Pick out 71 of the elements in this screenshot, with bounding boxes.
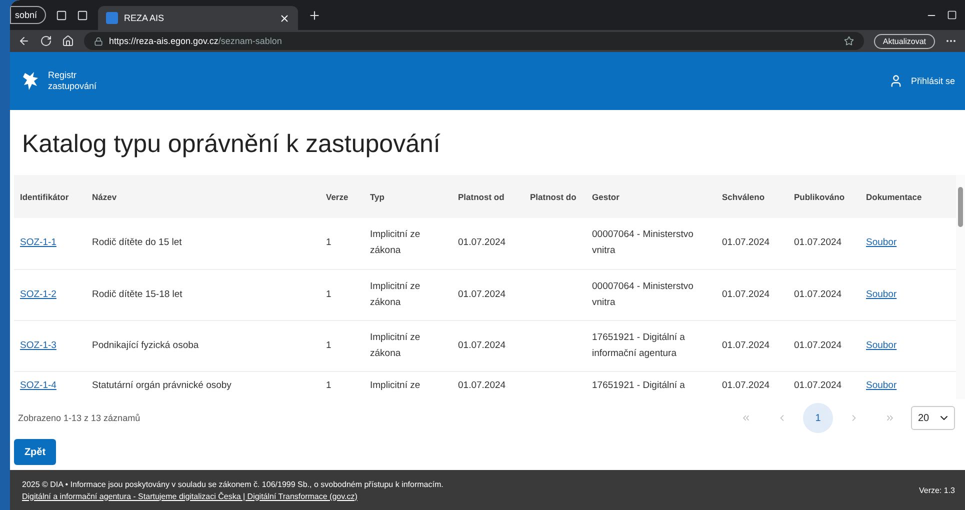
back-button[interactable]: Zpět [14,439,56,465]
table-link[interactable]: SOZ-1-1 [20,237,56,248]
brand-name: Registr zastupování [48,70,97,92]
column-header: Schváleno [716,175,788,218]
star-icon[interactable] [844,36,854,46]
page-size-select[interactable]: 20 [911,406,955,430]
table-link[interactable]: SOZ-1-4 [20,380,56,390]
table-cell: 01.07.2024 [452,269,524,320]
browser-tab[interactable]: REZA AIS [98,6,298,30]
table-cell: 01.07.2024 [452,320,524,371]
records-summary: Zobrazeno 1-13 z 13 záznamů [18,413,140,423]
login-link[interactable]: Přihlásit se [888,74,955,88]
column-header: Typ [364,175,452,218]
table-cell: 1 [320,320,364,371]
table-cell: Implicitní ze zákona [364,320,452,371]
table-cell: 1 [320,269,364,320]
table-cell: Rodič dítěte do 15 let [86,218,320,269]
table-cell: 00007064 - Ministerstvo vnitra [586,218,716,269]
table-link[interactable]: Soubor [866,288,897,300]
table-cell: 01.07.2024 [716,269,788,320]
table-cell: 01.07.2024 [788,218,860,269]
table-cell: 1 [320,218,364,269]
reload-icon[interactable] [40,35,52,47]
page-button[interactable]: 1 [803,403,833,433]
table-cell: 01.07.2024 [716,218,788,269]
lock-icon [94,36,103,46]
table-link[interactable]: Soubor [866,380,897,390]
table-link[interactable]: Soubor [866,340,897,350]
table-cell: Implicitní ze zákona [364,269,452,320]
table-cell: Statutární orgán právnické osoby [86,371,320,399]
column-header: Dokumentace [860,175,956,218]
new-tab-icon[interactable] [308,8,322,22]
page-title: Katalog typu oprávnění k zastupování [21,129,442,160]
update-button[interactable]: Aktualizovat [874,34,935,48]
table-link[interactable]: SOZ-1-2 [20,288,56,300]
table-cell: Rodič dítěte 15-18 let [86,269,320,320]
column-header: Gestor [586,175,716,218]
maximize-icon[interactable] [947,10,957,20]
close-icon[interactable] [279,12,290,24]
column-header: Identifikátor [14,175,86,218]
profile-button[interactable]: sobní [10,6,46,24]
column-header: Platnost od [452,175,524,218]
table-cell: 01.07.2024 [788,320,860,371]
table-cell: 01.07.2024 [788,269,860,320]
footer-text: 2025 © DIA • Informace jsou poskytovány v souladu se zákonem č. 106/1999 Sb., o svobodném přístupu k informacím. [22,480,444,488]
table-cell: 17651921 - Digitální a [586,371,716,399]
table-cell: 01.07.2024 [716,320,788,371]
column-header: Název [86,175,320,218]
back-icon[interactable] [18,35,30,47]
table-cell: 01.07.2024 [716,371,788,399]
table-link[interactable]: SOZ-1-3 [20,340,56,350]
column-header: Publikováno [788,175,860,218]
version-label: Verze: 1.3 [918,486,955,494]
column-header: Platnost do [524,175,586,218]
table-cell: 1 [320,371,364,399]
footer-link[interactable]: Digitální a informační agentura - Startujeme digitalizaci Česka | Digitální Transformace (gov.cz) [22,492,358,500]
double-chevron-right-icon [885,413,895,423]
favicon-icon [106,12,118,24]
double-chevron-left-icon [741,413,751,423]
user-icon [888,74,903,88]
address-field[interactable]: https://reza-ais.egon.gov.cz/seznam-sablon [84,32,864,50]
table-link[interactable]: Soubor [866,237,897,248]
table-cell: 01.07.2024 [452,371,524,399]
table-cell: Podnikající fyzická osoba [86,320,320,371]
column-header: Verze [320,175,364,218]
table-cell: Implicitní ze [364,371,452,399]
table-cell: 17651921 - Digitální a informační agentura [586,320,716,371]
table-cell: 01.07.2024 [452,218,524,269]
table-cell: 00007064 - Ministerstvo vnitra [586,269,716,320]
table-cell: Implicitní ze zákona [364,218,452,269]
home-icon[interactable] [62,35,74,47]
